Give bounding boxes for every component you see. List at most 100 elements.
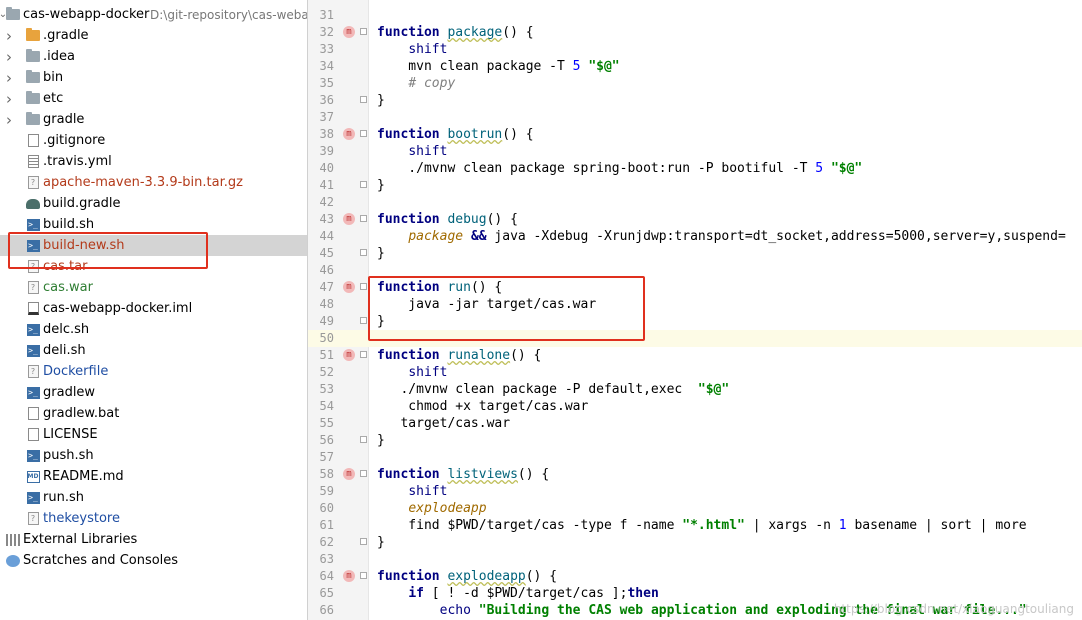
tree-item[interactable]: >_ build.sh (0, 214, 307, 235)
code-line[interactable]: 48 java -jar target/cas.war (308, 296, 1082, 313)
function-marker-icon[interactable]: m (343, 468, 355, 480)
line-number: 36 (319, 93, 334, 107)
fold-icon[interactable] (360, 28, 367, 35)
code-token: } (377, 246, 385, 261)
fold-icon[interactable] (360, 283, 367, 290)
folder-icon (26, 91, 40, 105)
code-line[interactable]: 55 target/cas.war (308, 415, 1082, 432)
tree-node[interactable]: External Libraries (0, 529, 307, 550)
tree-item[interactable]: cas-webapp-docker.iml (0, 298, 307, 319)
shell-script-icon: >_ (26, 344, 40, 357)
file-icon (26, 134, 40, 147)
tree-item[interactable]: › etc (0, 88, 307, 109)
chevron-right-icon[interactable]: › (4, 48, 14, 66)
function-marker-icon[interactable]: m (343, 570, 355, 582)
code-line[interactable]: 49} (308, 313, 1082, 330)
fold-end-icon[interactable] (360, 436, 367, 443)
tree-item[interactable]: › bin (0, 67, 307, 88)
tree-item[interactable]: >_ deli.sh (0, 340, 307, 361)
fold-end-icon[interactable] (360, 317, 367, 324)
code-line[interactable]: 34 mvn clean package -T 5 "$@" (308, 58, 1082, 75)
fold-end-icon[interactable] (360, 249, 367, 256)
code-line[interactable]: 43 m function debug() { (308, 211, 1082, 228)
chevron-right-icon[interactable]: › (4, 90, 14, 108)
tree-node[interactable]: Scratches and Consoles (0, 550, 307, 571)
tree-item[interactable]: >_ build-new.sh (0, 235, 307, 256)
project-root[interactable]: ⌄ cas-webapp-docker D:\git-repository\ca… (0, 4, 307, 25)
code-line[interactable]: 36} (308, 92, 1082, 109)
fold-icon[interactable] (360, 470, 367, 477)
code-line[interactable]: 38 m function bootrun() { (308, 126, 1082, 143)
function-marker-icon[interactable]: m (343, 281, 355, 293)
tree-item[interactable]: gradlew.bat (0, 403, 307, 424)
code-line[interactable]: 35 # copy (308, 75, 1082, 92)
code-line[interactable]: 40 ./mvnw clean package spring-boot:run … (308, 160, 1082, 177)
code-line[interactable]: 39 shift (308, 143, 1082, 160)
tree-item[interactable]: ? cas.war (0, 277, 307, 298)
code-line[interactable]: 58 m function listviews() { (308, 466, 1082, 483)
code-text: ./mvnw clean package spring-boot:run -P … (377, 160, 862, 177)
code-line[interactable]: 51 m function runalone() { (308, 347, 1082, 364)
code-line[interactable]: 47 m function run() { (308, 279, 1082, 296)
function-marker-icon[interactable]: m (343, 213, 355, 225)
fold-end-icon[interactable] (360, 96, 367, 103)
code-line[interactable]: 56} (308, 432, 1082, 449)
code-line[interactable]: 42 (308, 194, 1082, 211)
code-line[interactable]: 60 explodeapp (308, 500, 1082, 517)
code-line[interactable]: 57 (308, 449, 1082, 466)
code-token: [ ! -d $PWD/target/cas ]; (423, 586, 628, 601)
code-line[interactable]: 63 (308, 551, 1082, 568)
function-marker-icon[interactable]: m (343, 26, 355, 38)
tree-item[interactable]: › gradle (0, 109, 307, 130)
code-line[interactable]: 64 m function explodeapp() { (308, 568, 1082, 585)
code-line[interactable]: 33 shift (308, 41, 1082, 58)
code-line[interactable]: 54 chmod +x target/cas.war (308, 398, 1082, 415)
fold-icon[interactable] (360, 351, 367, 358)
code-line[interactable]: 53 ./mvnw clean package -P default,exec … (308, 381, 1082, 398)
code-line[interactable]: 31 (308, 7, 1082, 24)
code-line[interactable]: 59 shift (308, 483, 1082, 500)
tree-item[interactable]: >_ gradlew (0, 382, 307, 403)
code-line[interactable]: 62} (308, 534, 1082, 551)
code-line[interactable]: 37 (308, 109, 1082, 126)
code-line[interactable]: 41} (308, 177, 1082, 194)
code-line[interactable]: 65 if [ ! -d $PWD/target/cas ];then (308, 585, 1082, 602)
tree-item[interactable]: ? Dockerfile (0, 361, 307, 382)
tree-item[interactable]: >_ delc.sh (0, 319, 307, 340)
code-line[interactable]: 32 m function package() { (308, 24, 1082, 41)
code-line[interactable]: 45} (308, 245, 1082, 262)
fold-icon[interactable] (360, 215, 367, 222)
tree-item-label: cas.tar (43, 259, 88, 274)
code-token: "*.html" (682, 518, 745, 533)
tree-item[interactable]: › .idea (0, 46, 307, 67)
tree-item[interactable]: >_ push.sh (0, 445, 307, 466)
tree-item[interactable]: › .gradle (0, 25, 307, 46)
fold-end-icon[interactable] (360, 181, 367, 188)
tree-item[interactable]: ? thekeystore (0, 508, 307, 529)
tree-item[interactable]: ? cas.tar (0, 256, 307, 277)
tree-item[interactable]: .travis.yml (0, 151, 307, 172)
tree-item[interactable]: LICENSE (0, 424, 307, 445)
code-line[interactable]: 61 find $PWD/target/cas -type f -name "*… (308, 517, 1082, 534)
chevron-right-icon[interactable]: › (4, 111, 14, 129)
tree-item[interactable]: MD README.md (0, 466, 307, 487)
chevron-right-icon[interactable]: › (4, 69, 14, 87)
tree-item[interactable]: build.gradle (0, 193, 307, 214)
tree-item[interactable]: .gitignore (0, 130, 307, 151)
chevron-right-icon[interactable]: › (4, 27, 14, 45)
code-line[interactable]: 52 shift (308, 364, 1082, 381)
code-line[interactable]: 50 (308, 330, 1082, 347)
function-marker-icon[interactable]: m (343, 128, 355, 140)
tree-item[interactable]: >_ run.sh (0, 487, 307, 508)
code-line[interactable]: 44 package && java -Xdebug -Xrunjdwp:tra… (308, 228, 1082, 245)
line-number: 38 (319, 127, 334, 141)
line-number: 66 (319, 603, 334, 617)
tree-item[interactable]: ? apache-maven-3.3.9-bin.tar.gz (0, 172, 307, 193)
fold-end-icon[interactable] (360, 538, 367, 545)
code-editor[interactable]: 31 32 m function package() {33 shift 34 mvn … (308, 0, 1082, 620)
code-line[interactable]: 46 (308, 262, 1082, 279)
fold-icon[interactable] (360, 572, 367, 579)
function-marker-icon[interactable]: m (343, 349, 355, 361)
fold-icon[interactable] (360, 130, 367, 137)
